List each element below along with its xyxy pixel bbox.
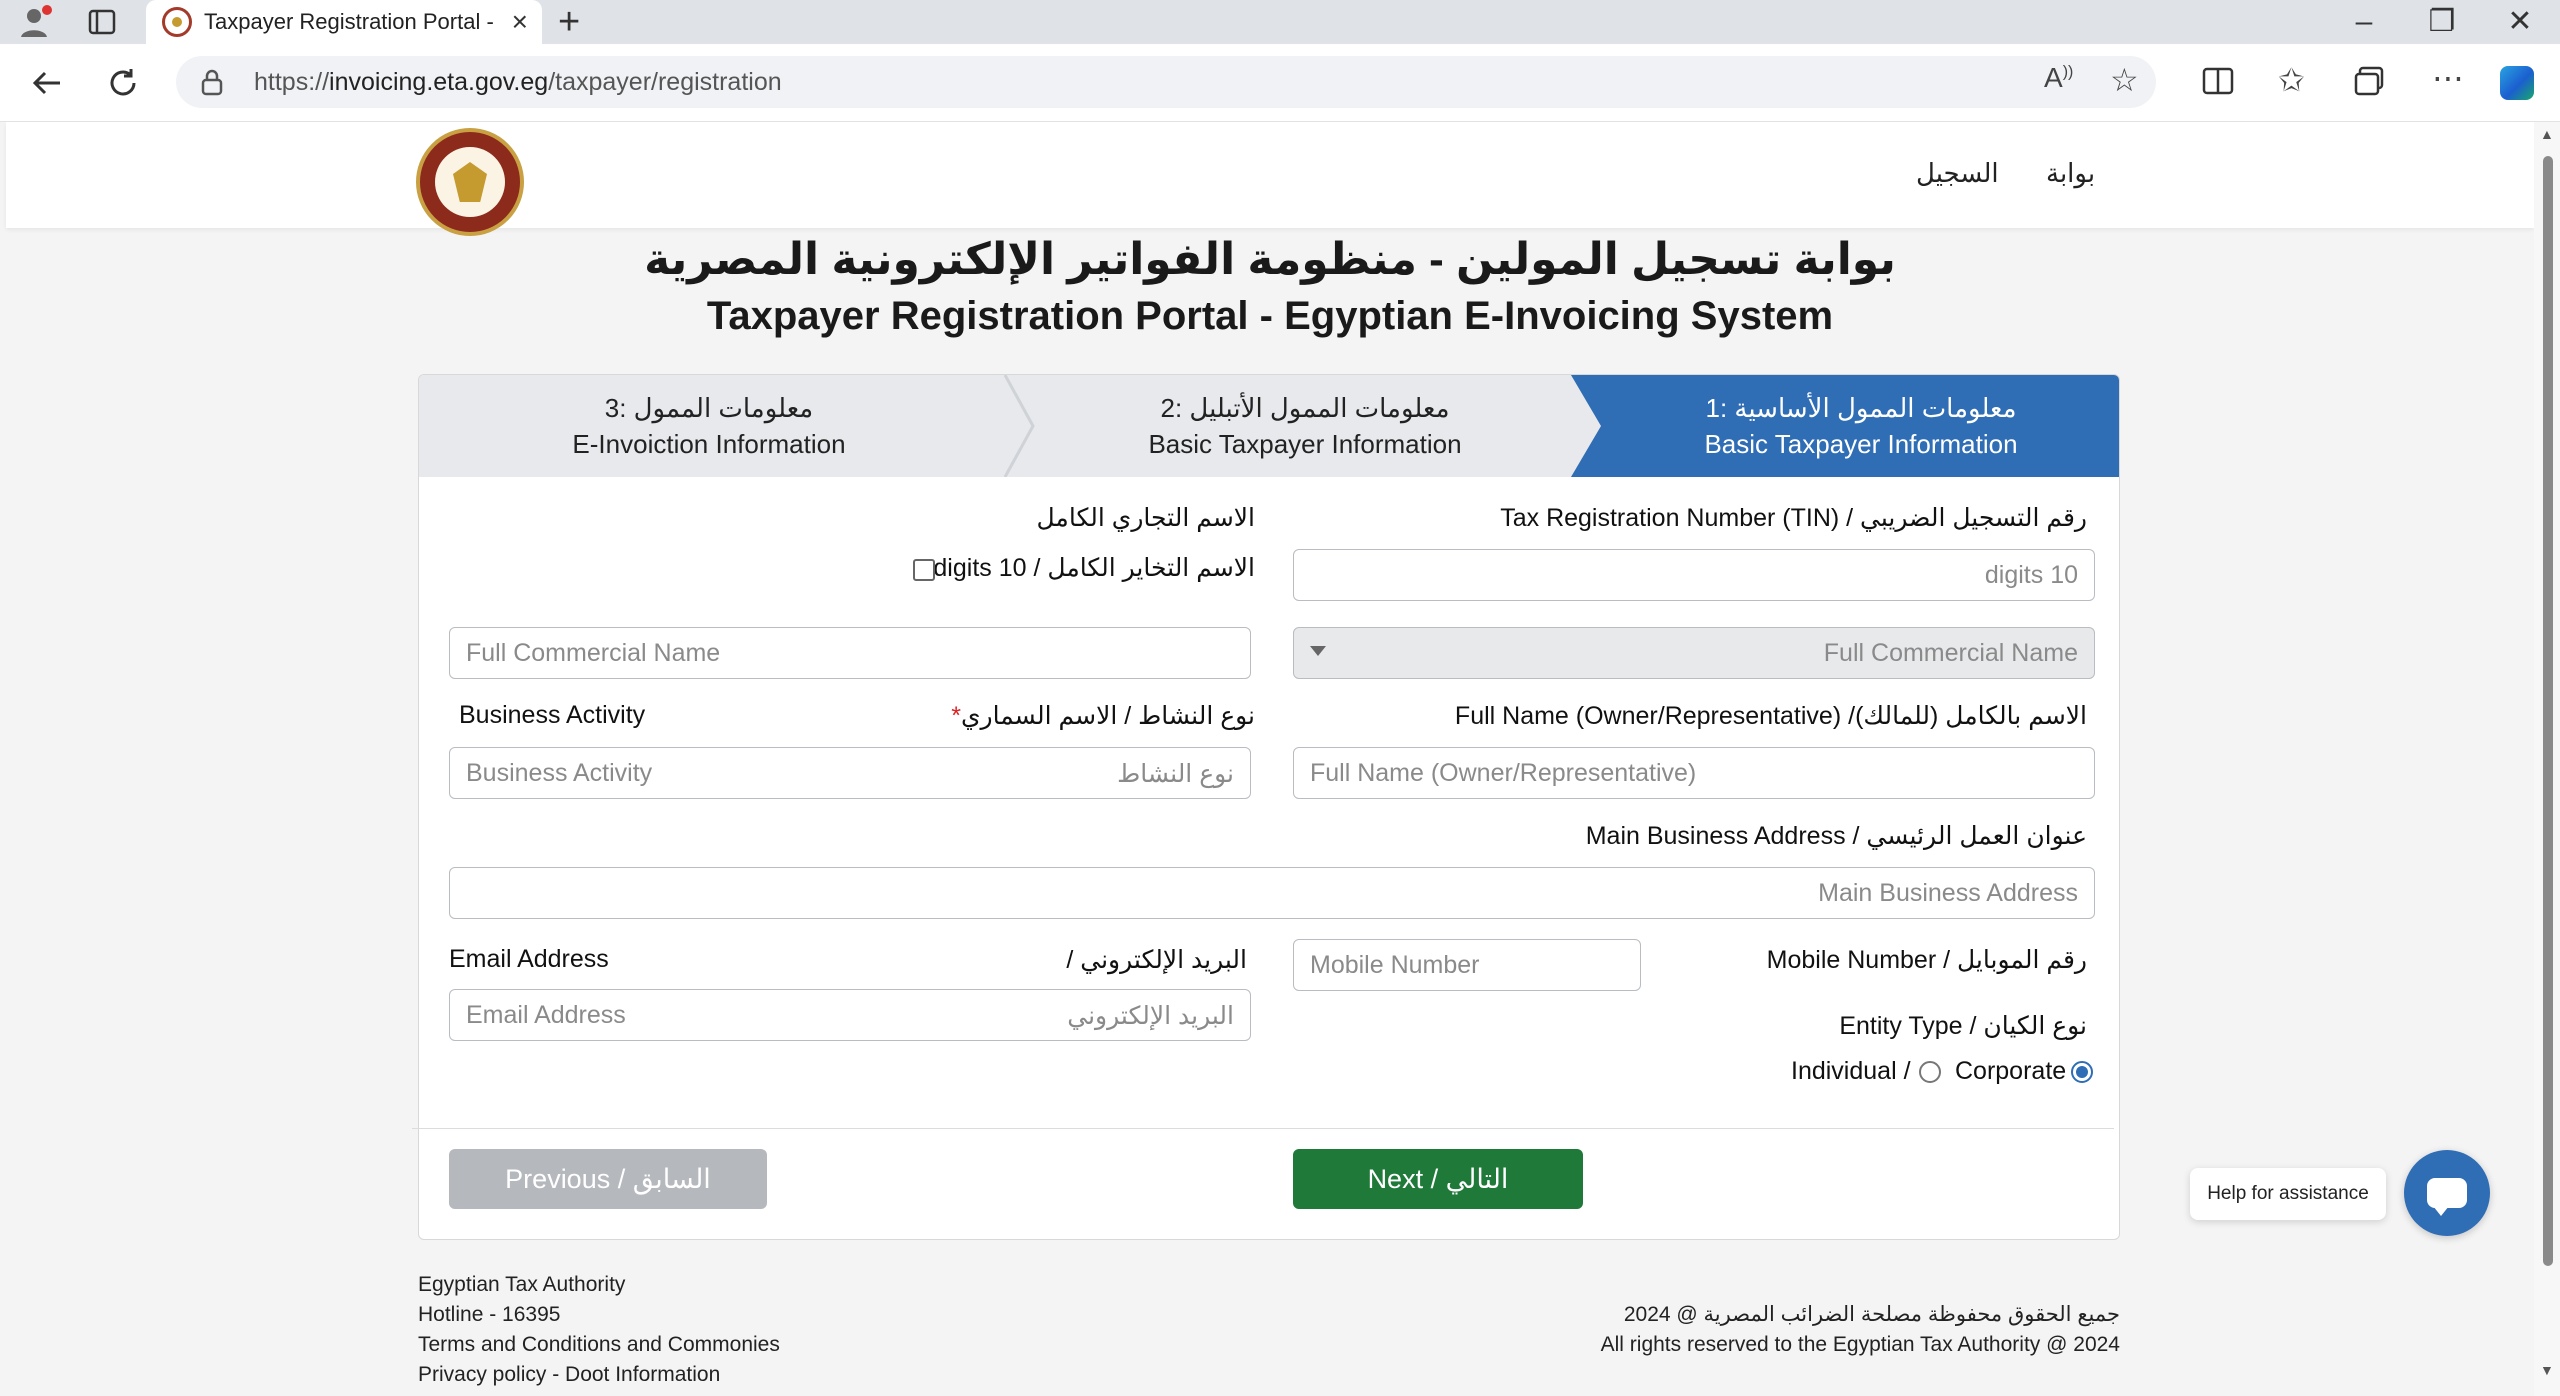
next-button[interactable]: Next / التالي <box>1293 1149 1583 1209</box>
tab-actions-icon[interactable] <box>88 8 116 36</box>
footer-copyright-ar: جميع الحقوق محفوظة مصلحة الضرائب المصرية… <box>1623 1303 2120 1326</box>
eta-favicon-icon <box>162 7 192 37</box>
email-label-en: Email Address <box>449 945 609 973</box>
favorite-star-icon[interactable]: ☆ <box>2110 64 2139 96</box>
mobile-input[interactable] <box>1293 939 1641 991</box>
page-scrollbar[interactable]: ▲ ▼ <box>2534 122 2560 1396</box>
footer-hotline: Hotline - 16395 <box>418 1303 561 1326</box>
nav-link-registration[interactable]: السجيل <box>1916 158 1999 189</box>
lock-icon[interactable] <box>200 68 224 101</box>
split-screen-icon[interactable] <box>2202 66 2234 101</box>
site-header: السجيل بوابة <box>6 122 2534 236</box>
business-activity-input[interactable]: Business Activity نوع النشاط <box>449 747 1251 799</box>
step-separator-icon <box>1003 375 1035 477</box>
chevron-down-icon <box>1310 646 1326 656</box>
browser-tab-active[interactable]: Taxpayer Registration Portal - I × <box>146 0 542 44</box>
chat-button[interactable] <box>2404 1150 2490 1236</box>
footer-left: Egyptian Tax Authority Hotline - 16395 T… <box>418 1270 780 1390</box>
page-title-english: Taxpayer Registration Portal - Egyptian … <box>706 294 1834 338</box>
business-activity-label-ar: نوع النشاط / الاسم السماري* <box>951 702 1255 730</box>
tin-label: رقم التسجيل الضريبي / Tax Registration N… <box>1500 504 2087 532</box>
tab-title: Taxpayer Registration Portal - I <box>204 9 500 34</box>
commercial-name-label: الاسم التجاري الكامل <box>1036 504 1256 532</box>
step-2[interactable]: معلومات الممول الأتبليل :2 Basic Taxpaye… <box>1039 375 1571 477</box>
main-address-label: عنوان العمل الرئيسي / Main Business Addr… <box>1585 822 2087 850</box>
mobile-label: رقم الموبايل / Mobile Number <box>1766 946 2087 974</box>
eagle-emblem-icon <box>453 162 487 202</box>
footer-org: Egyptian Tax Authority <box>418 1273 626 1296</box>
window-close-icon[interactable]: ✕ <box>2490 0 2550 44</box>
minimize-icon[interactable]: – <box>2334 0 2394 44</box>
email-label-ar: البريد الإلكتروني / <box>1066 946 1247 974</box>
footer-copyright-en: All rights reserved to the Egyptian Tax … <box>1600 1333 2120 1356</box>
back-icon[interactable] <box>30 66 64 105</box>
commercial-checkbox-label: الاسم التخاير الكامل / 10 digits <box>933 554 1255 582</box>
entity-corporate-radio[interactable] <box>2071 1061 2093 1083</box>
entity-individual-radio[interactable] <box>1919 1061 1941 1083</box>
entity-individual-label: Individual / <box>1791 1057 1911 1085</box>
profile-icon[interactable] <box>18 4 54 40</box>
full-name-label: الاسم بالكامل (للمالك)/ Full Name (Owner… <box>1454 702 2087 730</box>
full-name-input[interactable] <box>1293 747 2095 799</box>
tab-close-icon[interactable]: × <box>512 6 528 38</box>
step-indicator: معلومات الممول :3 E-Invoiction Informati… <box>419 375 2119 477</box>
footer-divider <box>412 1128 2114 1129</box>
read-aloud-icon[interactable]: A)) <box>2044 64 2073 92</box>
collections-icon[interactable] <box>2354 66 2386 101</box>
nav-link-portal[interactable]: بوابة <box>2046 158 2095 189</box>
reload-icon[interactable] <box>106 66 140 105</box>
favorites-icon[interactable]: ✩ <box>2278 64 2305 96</box>
commercial-name-input[interactable] <box>449 627 1251 679</box>
footer-right: جميع الحقوق محفوظة مصلحة الضرائب المصرية… <box>1601 1300 2120 1360</box>
step-3[interactable]: معلومات الممول :3 E-Invoiction Informati… <box>419 375 999 477</box>
previous-button[interactable]: Previous / السابق <box>449 1149 767 1209</box>
footer-terms-link[interactable]: Terms and Conditions and Commonies <box>418 1330 780 1360</box>
help-bubble[interactable]: Help for assistance <box>2190 1168 2386 1220</box>
scroll-thumb[interactable] <box>2543 156 2553 1266</box>
email-input[interactable]: Email Address البريد الإلكتروني <box>449 989 1251 1041</box>
entity-type-label: نوع الكيان / Entity Type <box>1839 1012 2087 1040</box>
entity-corporate-label: Corporate <box>1955 1057 2067 1085</box>
copilot-icon[interactable] <box>2500 66 2534 100</box>
eta-logo[interactable] <box>416 128 524 236</box>
commercial-name-checkbox[interactable] <box>913 559 935 581</box>
browser-address-bar: https://invoicing.eta.gov.eg/taxpayer/re… <box>0 44 2560 122</box>
footer-privacy-link[interactable]: Privacy policy - Doot Information <box>418 1360 780 1390</box>
page-content: السجيل بوابة بوابة تسجيل المولين - منظوم… <box>6 122 2534 1396</box>
restore-icon[interactable]: ❐ <box>2412 0 2472 44</box>
registration-form-card: معلومات الممول :3 E-Invoiction Informati… <box>418 374 2120 1240</box>
business-activity-label-en: Business Activity <box>459 701 646 729</box>
scroll-down-icon[interactable]: ▼ <box>2540 1362 2554 1378</box>
chat-icon <box>2427 1178 2467 1216</box>
step-1-active[interactable]: معلومات الممول الأساسية :1 Basic Taxpaye… <box>1601 375 2119 477</box>
browser-tab-bar: Taxpayer Registration Portal - I × + – ❐… <box>0 0 2560 44</box>
scroll-up-icon[interactable]: ▲ <box>2540 126 2554 142</box>
main-address-input[interactable] <box>449 867 2095 919</box>
more-menu-icon[interactable]: ⋯ <box>2432 62 2464 94</box>
tin-input[interactable] <box>1293 549 2095 601</box>
url-field[interactable]: https://invoicing.eta.gov.eg/taxpayer/re… <box>176 56 2156 108</box>
new-tab-icon[interactable]: + <box>558 0 580 44</box>
commercial-name-select[interactable]: Full Commercial Name <box>1293 627 2095 679</box>
url-text: https://invoicing.eta.gov.eg/taxpayer/re… <box>254 68 782 96</box>
page-title-arabic: بوابة تسجيل المولين - منظومة الفواتير ال… <box>644 235 1896 284</box>
